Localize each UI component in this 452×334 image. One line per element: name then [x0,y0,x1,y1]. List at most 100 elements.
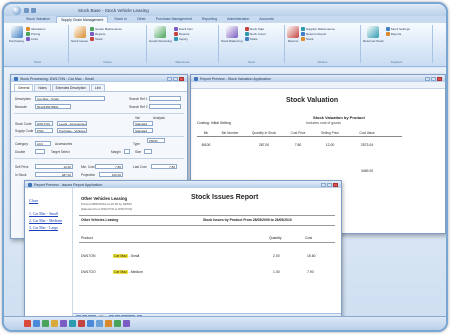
ribbon-small-icon [301,36,305,41]
projection-input[interactable]: 100.00 [99,172,123,177]
product-link[interactable]: 1. Car Mac - Small [29,212,68,216]
type-input[interactable]: PROD [147,138,165,143]
minimize-button[interactable] [425,76,430,81]
supply-code-label: Supply Code [15,129,34,133]
ribbon-large-button[interactable]: Purchasing [9,26,24,43]
supply-desc-input[interactable]: Purchase - Vehicles [57,128,87,133]
in-stock-input[interactable]: 287.00 [35,172,73,177]
company-name: Other Vehicles Leasing [81,196,128,201]
ribbon-tab[interactable]: Supply Chain Management [56,16,109,23]
ribbon-small-button[interactable]: Stock [90,36,122,41]
section-range: Stock Issues by Product From 28/05/2009 … [203,218,292,222]
ribbon-group-caption: Suppliers [390,60,403,64]
category-input[interactable]: ACC [35,141,51,146]
quick-undo-icon[interactable] [31,7,36,13]
ribbon-tab[interactable]: Other [133,16,150,23]
ribbon-group-caption: Returns [317,60,328,64]
ribbon-tab[interactable]: Reporting [198,16,221,23]
toolbar-shortcut-icon[interactable] [114,320,121,327]
ribbon-small-button[interactable]: Inquiry [173,36,193,41]
ribbon-small-icon [26,31,31,36]
toolbar-shortcut-icon[interactable] [24,320,31,327]
section-company: Other Vehicles Leasing [81,218,119,222]
table-cell [313,169,347,173]
stock-code-input[interactable]: DW17ON [35,121,53,126]
ribbon-small-button[interactable]: Reports [385,31,410,36]
ribbon-large-label: Returned Stock [363,39,384,43]
ribbon-tab[interactable]: Stock Valuation [22,16,54,23]
highlighted-term: Car Mac [113,254,128,258]
toolbar-shortcut-icon[interactable] [123,320,130,327]
double-input[interactable] [35,149,45,154]
vat-2-select[interactable]: Standard [133,128,153,133]
ribbon-small-button[interactable]: Links [26,36,46,41]
ribbon-small-button[interactable]: Totals [244,36,266,41]
toolbar-shortcut-icon[interactable] [87,320,94,327]
window-title-bar[interactable]: Stock Processing: DW17ON : Car Mac - Sma… [11,75,187,82]
divider [14,158,184,159]
size-input[interactable] [144,149,152,154]
close-button[interactable] [179,76,184,81]
product-code: DW17ON [81,254,96,258]
toolbar-shortcut-icon[interactable] [33,320,40,327]
description-input[interactable]: Car Mac - Small [35,96,105,101]
search-ref-2-input[interactable] [149,104,181,109]
product-link[interactable]: 3. Car Mac - Large [29,226,68,230]
vat-1-select[interactable]: Standard [133,121,153,126]
toolbar-shortcut-icon[interactable] [78,320,85,327]
sell-price-input[interactable]: 12.00 [35,164,73,169]
toolbar-shortcut-icon[interactable] [69,320,76,327]
form-tab[interactable]: Extended Description [51,84,90,91]
ribbon-small-icon [90,26,95,31]
form-tab[interactable]: Notes [34,84,51,91]
ribbon-large-button[interactable]: Goods Receiving [149,26,172,43]
toolbar-shortcut-icon[interactable] [60,320,67,327]
ribbon-small-icon [90,36,95,41]
type-label: Type [133,142,140,146]
supply-code-input[interactable]: PS6I [35,128,53,133]
ribbon-tab[interactable]: Purchase Management [152,16,196,23]
table-cell [215,143,245,147]
ribbon-tab[interactable]: Stock In [110,16,131,23]
maximize-button[interactable] [173,76,178,81]
ribbon-tab[interactable]: Accounts [255,16,277,23]
window-title-bar[interactable]: Report Preview - Issues Report Applicati… [25,181,341,188]
form-tab[interactable]: Link [90,84,105,91]
close-link[interactable]: Close [29,198,68,203]
ribbon-small-button[interactable]: Stock [301,36,335,41]
product-link[interactable]: 2. Car Mac - Medium [29,219,68,223]
barcode-input[interactable]: 5012345678901 [35,104,71,109]
toolbar-shortcut-icon[interactable] [42,320,49,327]
ribbon-group-caption: Stock [248,60,255,64]
col-cost: Cost [305,236,312,240]
last-cost-input[interactable]: 7.80 [151,164,177,169]
margin-input[interactable] [124,149,130,154]
ribbon-action-icon [225,26,238,38]
toolbar-shortcut-icon[interactable] [105,320,112,327]
ribbon-large-button[interactable]: Stock Balancing [221,26,243,43]
form-tab[interactable]: General [14,84,34,91]
ribbon-large-label: Returns [287,39,299,43]
ribbon-large-button[interactable]: Returns [287,26,299,43]
maximize-button[interactable] [327,182,332,187]
quick-save-icon[interactable] [24,7,29,13]
ribbon-large-button[interactable]: Returned Stock [363,26,384,43]
min-cost-input[interactable]: 7.80 [95,164,123,169]
stock-desc-input[interactable]: Leeds - Accessories [57,121,87,126]
ribbon-tab[interactable]: Administration [223,16,253,23]
search-ref-1-input[interactable] [149,96,181,101]
ribbon-small-icon [26,36,31,41]
maximize-button[interactable] [431,76,436,81]
window-title-bar[interactable]: Report Preview - Stock Valuation Applica… [191,75,445,82]
close-button[interactable] [437,76,442,81]
toolbar-shortcut-icon[interactable] [96,320,103,327]
table-cell: 3469.00 [360,169,374,173]
minimize-button[interactable] [321,182,326,187]
minimize-button[interactable] [167,76,172,81]
product-name: Car Mac - Small [113,254,140,258]
close-button[interactable] [333,182,338,187]
ribbon-large-button[interactable]: Stock Issues [71,26,88,43]
ribbon-small-icon [244,26,249,31]
toolbar-shortcut-icon[interactable] [51,320,58,327]
app-menu-orb-icon[interactable] [12,5,21,15]
